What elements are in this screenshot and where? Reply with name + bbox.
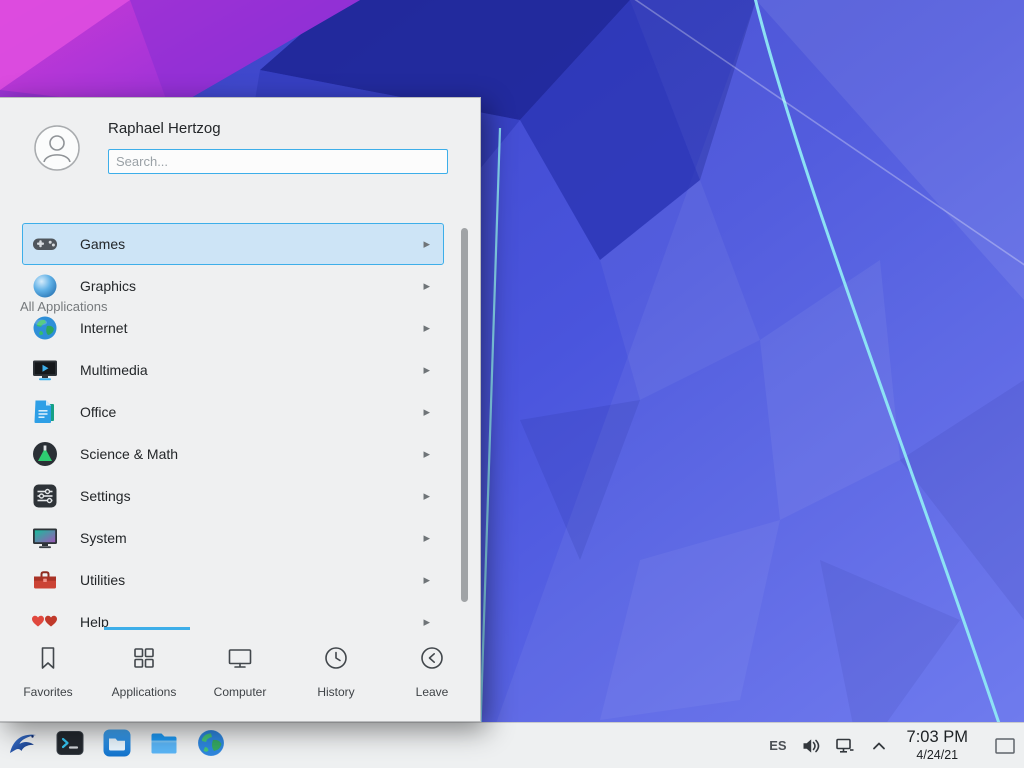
taskbar-browser-button[interactable] (194, 729, 228, 763)
category-label: Multimedia (80, 362, 423, 378)
category-item-multimedia[interactable]: Multimedia ▸ (22, 349, 444, 391)
submenu-arrow-icon: ▸ (423, 446, 430, 462)
volume-icon[interactable] (801, 736, 821, 756)
taskbar-terminal-button[interactable] (53, 729, 87, 763)
category-label: Internet (80, 320, 423, 336)
desktop: Raphael Hertzog All Applications Games ▸ (0, 0, 1024, 768)
category-item-help[interactable]: Help ▸ (22, 601, 444, 627)
scrollbar[interactable] (461, 228, 468, 602)
category-item-graphics[interactable]: Graphics ▸ (22, 265, 444, 307)
network-icon[interactable] (835, 736, 855, 756)
tab-computer[interactable]: Computer (192, 630, 288, 721)
tab-applications[interactable]: Applications (96, 630, 192, 721)
category-label: Help (80, 614, 423, 627)
tab-favorites[interactable]: Favorites (0, 630, 96, 721)
digital-clock[interactable]: 7:03 PM 4/24/21 (903, 728, 972, 762)
user-name: Raphael Hertzog (108, 120, 221, 137)
submenu-arrow-icon: ▸ (423, 404, 430, 420)
tab-label: Favorites (23, 685, 72, 699)
category-item-settings[interactable]: Settings ▸ (22, 475, 444, 517)
tab-label: Computer (214, 685, 267, 699)
taskbar-launchers (0, 729, 228, 763)
science-flask-icon (31, 440, 59, 468)
toolbox-icon (31, 566, 59, 594)
tab-leave[interactable]: Leave (384, 630, 480, 721)
terminal-icon (54, 727, 86, 764)
category-list: Games ▸ Graphics ▸ (0, 223, 458, 627)
category-label: Games (80, 236, 423, 252)
submenu-arrow-icon: ▸ (423, 278, 430, 294)
category-item-internet[interactable]: Internet ▸ (22, 307, 444, 349)
category-item-system[interactable]: System ▸ (22, 517, 444, 559)
scrollbar-thumb[interactable] (461, 228, 468, 602)
clock-date: 4/24/21 (907, 748, 968, 763)
settings-sliders-icon (31, 482, 59, 510)
leave-icon (418, 644, 446, 677)
category-item-games[interactable]: Games ▸ (22, 223, 444, 265)
search-input[interactable] (108, 149, 448, 174)
launcher-tab-bar: Favorites Applications (0, 630, 480, 721)
taskbar-folder-button[interactable] (147, 729, 181, 763)
system-monitor-icon (31, 524, 59, 552)
bookmark-icon (34, 644, 62, 677)
taskbar-files-button[interactable] (100, 729, 134, 763)
keyboard-layout-indicator[interactable]: ES (769, 738, 786, 753)
category-label: Office (80, 404, 423, 420)
browser-globe-icon (195, 727, 227, 764)
submenu-arrow-icon: ▸ (423, 530, 430, 546)
taskbar-panel: ES 7:03 PM 4/2 (0, 722, 1024, 768)
category-item-utilities[interactable]: Utilities ▸ (22, 559, 444, 601)
tab-label: Applications (112, 685, 177, 699)
category-item-science-math[interactable]: Science & Math ▸ (22, 433, 444, 475)
submenu-arrow-icon: ▸ (423, 488, 430, 504)
application-launcher-button[interactable] (6, 729, 40, 763)
category-label: Science & Math (80, 446, 423, 462)
user-avatar[interactable] (34, 125, 80, 171)
category-label: Settings (80, 488, 423, 504)
tab-history[interactable]: History (288, 630, 384, 721)
show-desktop-icon (993, 736, 1017, 756)
multimedia-monitor-icon (31, 356, 59, 384)
category-label: Graphics (80, 278, 423, 294)
tray-expander-caret-up-icon[interactable] (869, 736, 889, 756)
category-label: Utilities (80, 572, 423, 588)
submenu-arrow-icon: ▸ (423, 320, 430, 336)
help-hearts-icon (31, 608, 59, 627)
tab-label: Leave (416, 685, 449, 699)
globe-icon (31, 314, 59, 342)
folder-icon (148, 727, 180, 764)
tab-label: History (317, 685, 354, 699)
submenu-arrow-icon: ▸ (423, 362, 430, 378)
category-item-office[interactable]: Office ▸ (22, 391, 444, 433)
clock-time: 7:03 PM (907, 728, 968, 747)
grid-icon (130, 644, 158, 677)
office-document-icon (31, 398, 59, 426)
show-desktop-button[interactable] (992, 729, 1018, 763)
gamepad-icon (31, 230, 59, 258)
system-tray: ES 7:03 PM 4/2 (769, 728, 1024, 762)
submenu-arrow-icon: ▸ (423, 236, 430, 252)
category-label: System (80, 530, 423, 546)
submenu-arrow-icon: ▸ (423, 572, 430, 588)
clock-icon (322, 644, 350, 677)
submenu-arrow-icon: ▸ (423, 614, 430, 627)
application-launcher-menu: Raphael Hertzog All Applications Games ▸ (0, 97, 481, 722)
computer-icon (226, 644, 254, 677)
file-manager-icon (101, 727, 133, 764)
kali-logo-icon (7, 727, 39, 764)
graphics-sphere-icon (31, 272, 59, 300)
